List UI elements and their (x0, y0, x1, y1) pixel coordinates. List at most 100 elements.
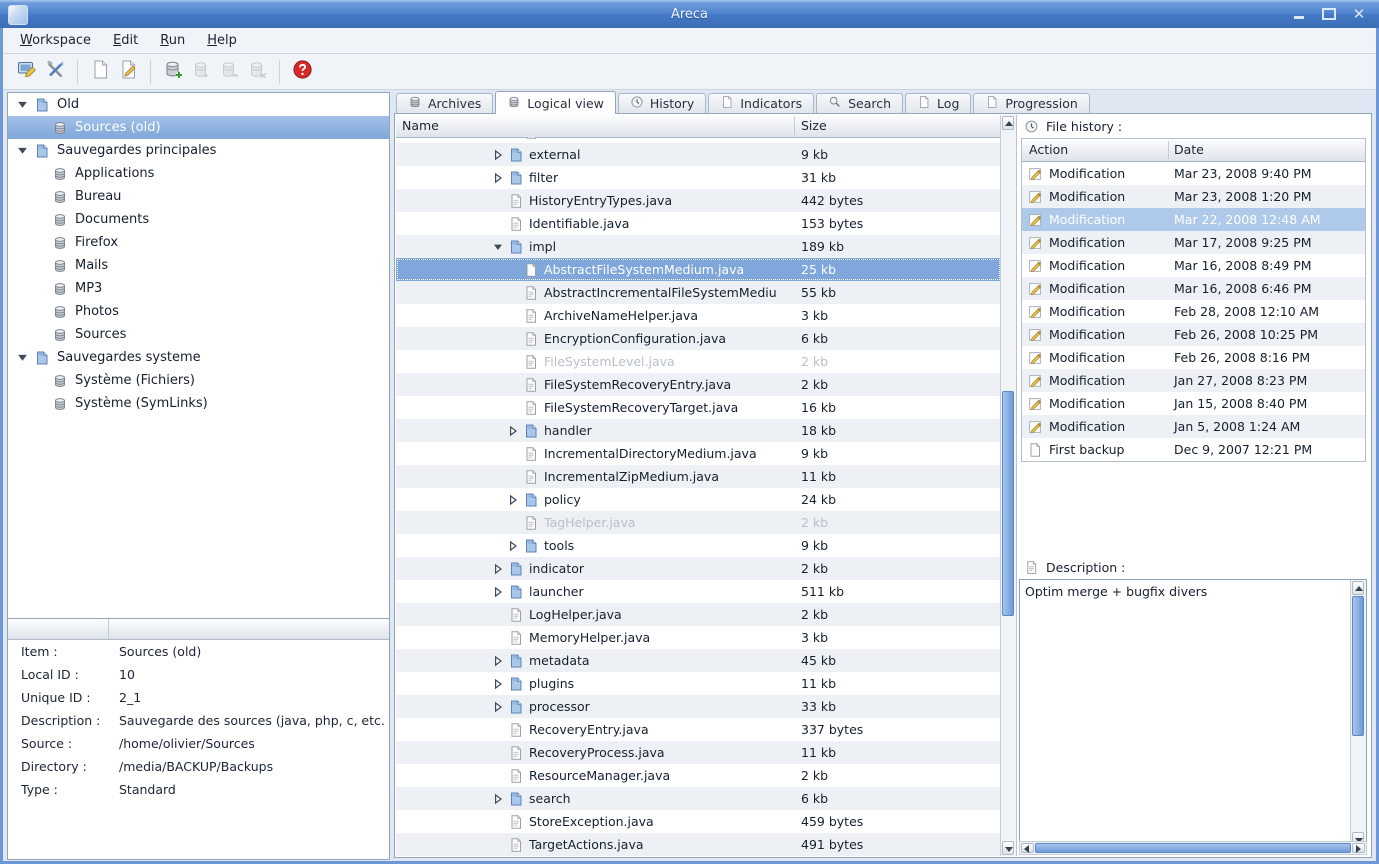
file-table-vscrollbar[interactable] (1000, 115, 1016, 856)
table-row[interactable]: tools9 kb (396, 534, 1001, 557)
tree-item-mails[interactable]: Mails (8, 254, 389, 277)
column-header-size[interactable]: Size (801, 118, 827, 133)
java-file-icon (508, 768, 524, 784)
table-row[interactable]: ResourceManager.java2 kb (396, 764, 1001, 787)
table-row[interactable]: handler18 kb (396, 419, 1001, 442)
history-row[interactable]: ModificationJan 15, 2008 8:40 PM (1022, 392, 1365, 415)
history-row[interactable]: ModificationJan 27, 2008 8:23 PM (1022, 369, 1365, 392)
maximize-button[interactable] (1319, 5, 1339, 23)
tab-archives[interactable]: Archives (396, 93, 493, 113)
new-document-button[interactable] (86, 58, 114, 85)
history-row[interactable]: ModificationMar 17, 2008 9:25 PM (1022, 231, 1365, 254)
table-row[interactable]: FileSystemRecoveryTarget.java16 kb (396, 396, 1001, 419)
column-header-action[interactable]: Action (1029, 142, 1068, 157)
tab-search[interactable]: Search (816, 93, 903, 113)
tree-item-sources[interactable]: Sources (8, 323, 389, 346)
history-row[interactable]: ModificationFeb 26, 2008 10:25 PM (1022, 323, 1365, 346)
menu-item-edit[interactable]: Edit (102, 30, 149, 51)
close-button[interactable]: ✕ (1349, 5, 1369, 23)
table-row[interactable]: AbstractFileSystemMedium.java25 kb (396, 258, 1001, 281)
tree-item-sources-old-[interactable]: Sources (old) (8, 116, 389, 139)
tree-item-syst-me-fichiers-[interactable]: Système (Fichiers) (8, 369, 389, 392)
tree-item-firefox[interactable]: Firefox (8, 231, 389, 254)
menu-item-workspace[interactable]: Workspace (9, 30, 102, 51)
tree-item-sauvegardes-systeme[interactable]: Sauvegardes systeme (8, 346, 389, 369)
table-row[interactable]: Identifiable.java153 bytes (396, 212, 1001, 235)
file-size: 6 kb (801, 791, 828, 806)
table-row[interactable]: impl189 kb (396, 235, 1001, 258)
open-workspace-button[interactable] (13, 58, 41, 85)
column-header-date[interactable]: Date (1174, 142, 1204, 157)
help-button[interactable] (288, 58, 316, 85)
column-header-name[interactable]: Name (402, 118, 439, 133)
scroll-up-button[interactable] (1002, 116, 1014, 130)
table-row[interactable]: indicator2 kb (396, 557, 1001, 580)
new-target-button[interactable] (159, 58, 187, 85)
table-row[interactable]: IncrementalDirectoryMedium.java9 kb (396, 442, 1001, 465)
history-row[interactable]: ModificationFeb 28, 2008 12:10 AM (1022, 300, 1365, 323)
table-row[interactable]: EncryptionConfiguration.java6 kb (396, 327, 1001, 350)
column-divider[interactable] (794, 117, 795, 135)
table-row[interactable]: search6 kb (396, 787, 1001, 810)
table-row[interactable]: ArchiveNameHelper.java3 kb (396, 304, 1001, 327)
table-row[interactable]: FileSystemLevel.java2 kb (396, 350, 1001, 373)
file-name: EncryptionConfiguration.java (544, 331, 726, 346)
history-row[interactable]: ModificationJan 5, 2008 1:24 AM (1022, 415, 1365, 438)
history-row[interactable]: First backupDec 9, 2007 12:21 PM (1022, 438, 1365, 461)
history-row[interactable]: ModificationMar 16, 2008 8:49 PM (1022, 254, 1365, 277)
table-row[interactable]: HistoryEntryTypes.java442 bytes (396, 189, 1001, 212)
tab-progression[interactable]: Progression (973, 93, 1089, 113)
scroll-thumb[interactable] (1035, 843, 1351, 853)
table-row[interactable]: external9 kb (396, 143, 1001, 166)
table-row[interactable]: metadata45 kb (396, 649, 1001, 672)
description-textarea[interactable]: Optim merge + bugfix divers (1019, 579, 1367, 848)
menu-item-run[interactable]: Run (149, 30, 196, 51)
description-vscrollbar[interactable] (1350, 580, 1366, 847)
details-label: Item : (8, 644, 119, 659)
table-row[interactable]: policy24 kb (396, 488, 1001, 511)
table-row[interactable]: StoreException.java459 bytes (396, 810, 1001, 833)
tree-item-syst-me-symlinks-[interactable]: Système (SymLinks) (8, 392, 389, 415)
right-panel-hscrollbar[interactable] (1019, 841, 1367, 855)
tree-item-photos[interactable]: Photos (8, 300, 389, 323)
table-row[interactable]: plugins11 kb (396, 672, 1001, 695)
history-row[interactable]: ModificationMar 22, 2008 12:48 AM (1022, 208, 1365, 231)
scroll-down-button[interactable] (1002, 841, 1014, 855)
table-row[interactable]: FileSystemRecoveryEntry.java2 kb (396, 373, 1001, 396)
scroll-thumb[interactable] (1002, 391, 1014, 616)
tree-item-applications[interactable]: Applications (8, 162, 389, 185)
table-row[interactable]: TagHelper.java2 kb (396, 511, 1001, 534)
tab-logical-view[interactable]: Logical view (495, 91, 616, 114)
menu-item-help[interactable]: Help (196, 30, 248, 51)
scroll-right-button[interactable] (1352, 843, 1365, 853)
tab-log[interactable]: Log (905, 93, 971, 113)
tab-indicators[interactable]: Indicators (708, 93, 814, 113)
edit-document-button[interactable] (114, 58, 142, 85)
table-row[interactable]: filter31 kb (396, 166, 1001, 189)
tab-history[interactable]: History (618, 93, 706, 113)
table-row[interactable]: TargetActions.java491 bytes (396, 833, 1001, 856)
tree-item-old[interactable]: Old (8, 93, 389, 116)
table-row[interactable]: LogHelper.java2 kb (396, 603, 1001, 626)
table-row[interactable]: AbstractIncrementalFileSystemMediu55 kb (396, 281, 1001, 304)
history-row[interactable]: ModificationMar 16, 2008 6:46 PM (1022, 277, 1365, 300)
scroll-left-button[interactable] (1021, 843, 1034, 853)
history-row[interactable]: ModificationMar 23, 2008 9:40 PM (1022, 162, 1365, 185)
history-row[interactable]: ModificationFeb 26, 2008 8:16 PM (1022, 346, 1365, 369)
history-row[interactable]: ModificationMar 23, 2008 1:20 PM (1022, 185, 1365, 208)
table-row[interactable]: IncrementalZipMedium.java11 kb (396, 465, 1001, 488)
scroll-up-button[interactable] (1352, 581, 1364, 595)
minimize-button[interactable] (1289, 5, 1309, 23)
tree-item-sauvegardes-principales[interactable]: Sauvegardes principales (8, 139, 389, 162)
table-row[interactable]: RecoveryEntry.java337 bytes (396, 718, 1001, 741)
table-row[interactable]: MemoryHelper.java3 kb (396, 626, 1001, 649)
column-divider[interactable] (1168, 141, 1169, 159)
scroll-thumb[interactable] (1352, 596, 1364, 736)
table-row[interactable]: processor33 kb (396, 695, 1001, 718)
tree-item-mp3[interactable]: MP3 (8, 277, 389, 300)
tree-item-documents[interactable]: Documents (8, 208, 389, 231)
table-row[interactable]: launcher511 kb (396, 580, 1001, 603)
preferences-button[interactable] (41, 58, 69, 85)
table-row[interactable]: RecoveryProcess.java11 kb (396, 741, 1001, 764)
tree-item-bureau[interactable]: Bureau (8, 185, 389, 208)
